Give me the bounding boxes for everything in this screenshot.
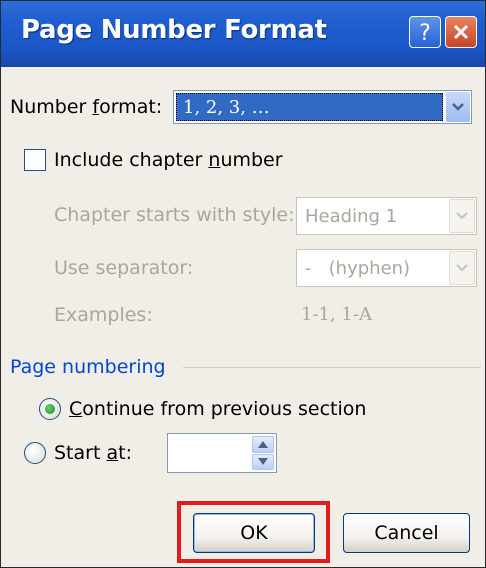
spin-up-icon xyxy=(258,440,268,448)
separator-label: Use separator: xyxy=(54,257,194,279)
separator-value: - (hyphen) xyxy=(305,257,411,279)
help-button[interactable]: ? xyxy=(409,16,441,48)
group-divider xyxy=(183,367,481,368)
svg-text:?: ? xyxy=(419,21,431,44)
spin-down-icon xyxy=(258,458,268,466)
chapter-style-dropdown-arrow[interactable] xyxy=(449,199,475,233)
examples-label: Examples: xyxy=(54,304,153,326)
spin-up-button[interactable] xyxy=(252,436,274,453)
close-button[interactable] xyxy=(445,16,477,48)
title-bar[interactable]: Page Number Format ? xyxy=(1,1,485,67)
spin-buttons xyxy=(252,436,274,470)
cancel-button[interactable]: Cancel xyxy=(343,513,470,553)
ok-button[interactable]: OK xyxy=(193,513,315,553)
separator-select[interactable]: - (hyphen) xyxy=(296,249,477,287)
number-format-select[interactable]: 1, 2, 3, … xyxy=(173,90,472,124)
continue-label: Continue from previous section xyxy=(69,398,367,420)
number-format-label: Number format: xyxy=(10,96,163,118)
chapter-style-label: Chapter starts with style: xyxy=(54,204,295,226)
close-icon xyxy=(453,24,469,40)
radio-selected-dot xyxy=(45,404,55,414)
chevron-down-icon xyxy=(452,103,464,111)
continue-radio[interactable] xyxy=(39,398,61,420)
chapter-style-value: Heading 1 xyxy=(305,205,398,227)
separator-dropdown-arrow[interactable] xyxy=(449,251,475,285)
number-format-dropdown-arrow[interactable] xyxy=(446,92,470,122)
page-number-format-dialog: Page Number Format ? Number format: 1, 2… xyxy=(0,0,486,568)
number-format-value: 1, 2, 3, … xyxy=(176,93,443,121)
start-at-label: Start at: xyxy=(54,442,132,464)
chevron-down-icon xyxy=(456,212,468,220)
dialog-title: Page Number Format xyxy=(21,15,327,45)
spin-down-button[interactable] xyxy=(252,453,274,470)
examples-value: 1-1, 1-A xyxy=(301,304,372,325)
help-icon: ? xyxy=(419,21,431,44)
start-at-radio[interactable] xyxy=(24,442,46,464)
page-numbering-group-label: Page numbering xyxy=(10,356,166,378)
start-at-spinner[interactable] xyxy=(167,433,277,473)
chevron-down-icon xyxy=(456,264,468,272)
include-chapter-checkbox[interactable] xyxy=(24,149,46,171)
include-chapter-label: Include chapter number xyxy=(54,149,283,171)
chapter-style-select[interactable]: Heading 1 xyxy=(296,197,477,235)
